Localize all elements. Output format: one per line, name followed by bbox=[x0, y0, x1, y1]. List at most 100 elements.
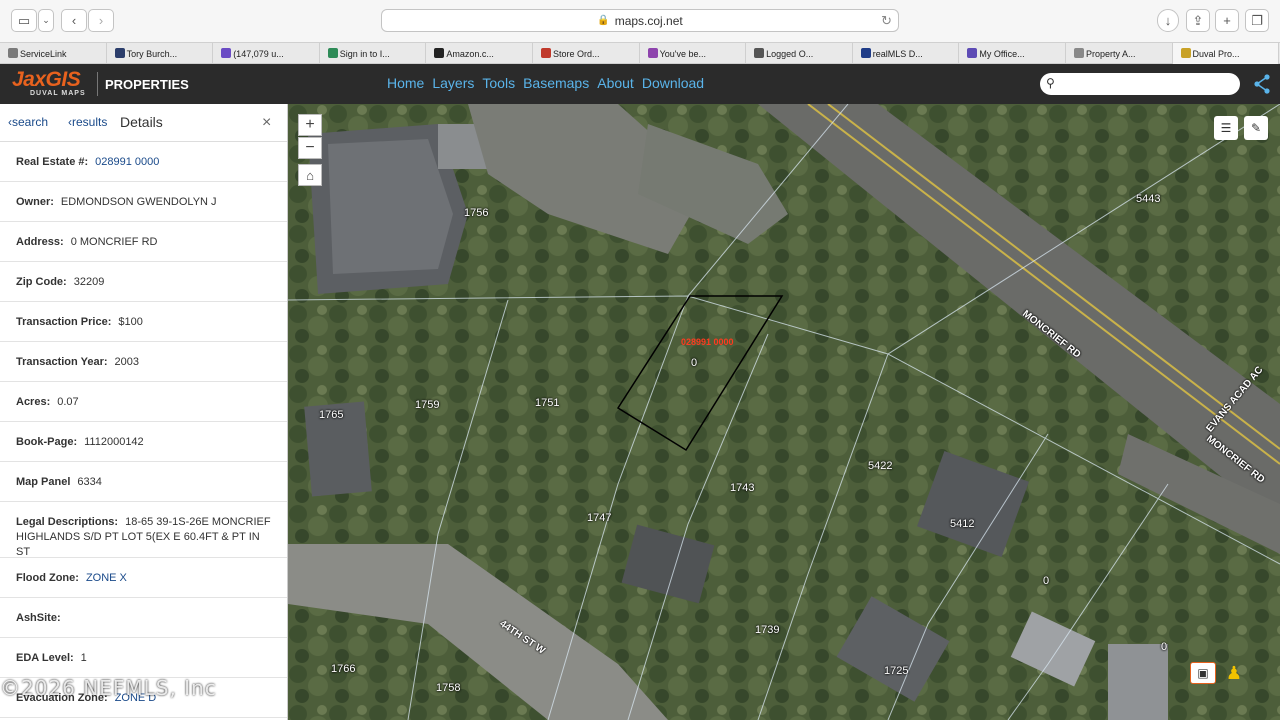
back-button[interactable]: ‹ bbox=[61, 9, 87, 32]
field-value: 2003 bbox=[114, 355, 139, 368]
parcel-label: 0 bbox=[1043, 575, 1050, 587]
bookmark-tab[interactable]: Logged O... bbox=[746, 43, 853, 64]
search-input[interactable]: ⚲ bbox=[1040, 73, 1240, 95]
address-bar[interactable]: 🔒 maps.coj.net ↻ bbox=[381, 9, 899, 32]
jaxgis-logo[interactable]: JaxGIS DUVAL MAPS bbox=[12, 68, 98, 100]
app-title: PROPERTIES bbox=[105, 77, 189, 92]
field-label: EDA Level: bbox=[16, 651, 74, 664]
results-link-label: results bbox=[72, 115, 108, 129]
parcel-label: 5412 bbox=[950, 518, 975, 530]
field-label: Real Estate #: bbox=[16, 155, 89, 168]
watermark-text: ©2026 NEFMLS, Inc bbox=[0, 676, 217, 700]
parcel-label: 1759 bbox=[415, 399, 440, 411]
parcel-label: 1751 bbox=[535, 397, 560, 409]
basemap-thumbnail-icon[interactable]: ▣ bbox=[1190, 662, 1216, 684]
favicon-icon bbox=[647, 48, 658, 58]
bookmark-label: Amazon.c... bbox=[446, 48, 494, 59]
logo-text: JaxGIS bbox=[12, 68, 81, 91]
zoom-in-button[interactable]: + bbox=[298, 114, 322, 136]
parcel-label: 5443 bbox=[1136, 193, 1161, 205]
street-view-pegman-icon[interactable]: ♟ bbox=[1224, 660, 1244, 686]
bookmark-tab[interactable]: Property A... bbox=[1066, 43, 1173, 64]
bookmarks-bar: ServiceLink Tory Burch... (147,079 u... Sig… bbox=[0, 42, 1280, 64]
details-panel: ‹search ‹results Details × Real Estate #… bbox=[0, 104, 288, 720]
field-row: Flood Zone: ZONE X bbox=[0, 558, 287, 598]
parcel-label: 1756 bbox=[464, 207, 489, 219]
parcel-label: 1766 bbox=[331, 663, 356, 675]
field-row: Transaction Year: 2003 bbox=[0, 342, 287, 382]
lock-icon: 🔒 bbox=[597, 15, 610, 26]
parcel-label: 1725 bbox=[884, 665, 909, 677]
bookmark-tab[interactable]: Tory Burch... bbox=[107, 43, 214, 64]
parcel-label: 1758 bbox=[436, 682, 461, 694]
eraser-icon[interactable]: ✎ bbox=[1244, 116, 1268, 140]
nav-download[interactable]: Download bbox=[642, 75, 704, 91]
field-value[interactable]: ZONE X bbox=[86, 572, 127, 584]
field-label: Flood Zone: bbox=[16, 571, 79, 584]
bookmark-tab[interactable]: Store Ord... bbox=[533, 43, 640, 64]
bookmark-tab[interactable]: (147,079 u... bbox=[213, 43, 320, 64]
download-icon[interactable]: ↓ bbox=[1157, 9, 1179, 32]
bookmark-label: You've be... bbox=[659, 48, 706, 59]
back-to-search-link[interactable]: ‹search bbox=[8, 115, 48, 129]
field-row: Address: 0 MONCRIEF RD bbox=[0, 222, 287, 262]
bookmark-label: Logged O... bbox=[766, 48, 814, 59]
bookmark-label: My Office... bbox=[979, 48, 1025, 59]
new-tab-button[interactable]: + bbox=[1215, 9, 1239, 32]
sidebar-toggle-icon[interactable]: ▭ bbox=[11, 9, 37, 32]
panel-header: ‹search ‹results Details × bbox=[0, 104, 287, 142]
field-value: 1112000142 bbox=[84, 435, 144, 448]
favicon-icon bbox=[967, 48, 978, 58]
field-label: Transaction Year: bbox=[16, 355, 108, 368]
bookmark-label: (147,079 u... bbox=[233, 48, 284, 59]
field-value: $100 bbox=[118, 315, 143, 328]
back-to-results-link[interactable]: ‹results bbox=[68, 115, 107, 129]
field-row: Book-Page: 1112000142 bbox=[0, 422, 287, 462]
url-text: maps.coj.net bbox=[614, 13, 683, 28]
close-icon[interactable]: × bbox=[262, 114, 271, 132]
bookmark-tab[interactable]: You've be... bbox=[640, 43, 747, 64]
bookmark-tab[interactable]: ServiceLink bbox=[0, 43, 107, 64]
share-icon[interactable]: ⇪ bbox=[1186, 9, 1210, 32]
bookmark-label: Store Ord... bbox=[552, 48, 600, 59]
parcel-label: 1739 bbox=[755, 624, 780, 636]
bookmark-label: Duval Pro... bbox=[1192, 48, 1240, 59]
aerial-map[interactable]: + − ⌂ ☰ ✎ 028991 0000 1756 5443 1765 175… bbox=[288, 104, 1280, 720]
share-network-icon[interactable] bbox=[1253, 74, 1271, 94]
field-value: 1 bbox=[80, 651, 87, 664]
field-label: Transaction Price: bbox=[16, 315, 112, 328]
field-row: Transaction Price: $100 bbox=[0, 302, 287, 342]
list-icon[interactable]: ☰ bbox=[1214, 116, 1238, 140]
nav-tools[interactable]: Tools bbox=[482, 75, 515, 91]
nav-basemaps[interactable]: Basemaps bbox=[523, 75, 589, 91]
nav-about[interactable]: About bbox=[597, 75, 634, 91]
field-label: Zip Code: bbox=[16, 275, 67, 288]
parcel-label: 1747 bbox=[587, 512, 612, 524]
favicon-icon bbox=[754, 48, 765, 58]
parcel-label: 0 bbox=[1161, 641, 1168, 653]
parcel-label: 1743 bbox=[730, 482, 755, 494]
chevron-down-icon[interactable]: ⌄ bbox=[38, 9, 54, 32]
forward-button[interactable]: › bbox=[88, 9, 114, 32]
field-row: Legal Descriptions: 18-65 39-1S-26E MONCR… bbox=[0, 502, 287, 558]
bookmark-label: Property A... bbox=[1085, 48, 1136, 59]
field-label: Owner: bbox=[16, 195, 54, 208]
field-row: Real Estate #: 028991 0000 bbox=[0, 142, 287, 182]
reload-icon[interactable]: ↻ bbox=[881, 13, 892, 29]
favicon-icon bbox=[114, 48, 125, 58]
bookmark-tab[interactable]: My Office... bbox=[959, 43, 1066, 64]
field-value[interactable]: 028991 0000 bbox=[95, 156, 159, 168]
bookmark-label: ServiceLink bbox=[20, 48, 67, 59]
bookmark-tab[interactable]: Sign in to I... bbox=[320, 43, 427, 64]
field-value: 32209 bbox=[73, 275, 105, 288]
bookmark-tab[interactable]: Amazon.c... bbox=[426, 43, 533, 64]
tab-overview-icon[interactable]: ❐ bbox=[1245, 9, 1269, 32]
parcel-label: 0 bbox=[691, 357, 698, 369]
bookmark-tab[interactable]: realMLS D... bbox=[853, 43, 960, 64]
zoom-out-button[interactable]: − bbox=[298, 137, 322, 159]
bookmark-tab[interactable]: Duval Pro... bbox=[1172, 43, 1280, 64]
nav-layers[interactable]: Layers bbox=[432, 75, 474, 91]
main-nav: Home Layers Tools Basemaps About Download bbox=[387, 75, 704, 91]
nav-home[interactable]: Home bbox=[387, 75, 424, 91]
home-icon[interactable]: ⌂ bbox=[298, 164, 322, 186]
